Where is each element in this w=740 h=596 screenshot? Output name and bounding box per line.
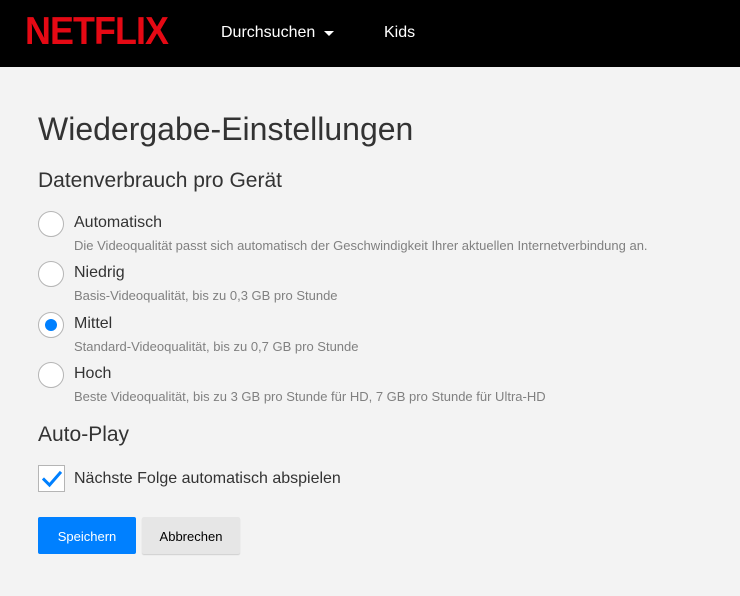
nav-kids-link[interactable]: Kids <box>384 24 415 42</box>
option-label: Automatisch <box>74 214 163 231</box>
nav-browse-menu[interactable]: Durchsuchen <box>221 24 335 42</box>
option-label: Niedrig <box>74 264 125 281</box>
option-description: Standard-Videoqualität, bis zu 0,7 GB pr… <box>74 339 359 354</box>
autoplay-heading: Auto-Play <box>38 423 130 446</box>
cancel-button[interactable]: Abbrechen <box>142 517 240 554</box>
save-button[interactable]: Speichern <box>38 517 136 554</box>
autoplay-next-episode-label: Nächste Folge automatisch abspielen <box>74 470 341 487</box>
data-usage-heading: Datenverbrauch pro Gerät <box>38 169 282 192</box>
top-nav-bar: NETFLIX Durchsuchen Kids <box>0 0 740 67</box>
autoplay-next-episode-checkbox[interactable] <box>38 465 65 492</box>
radio-automatic[interactable] <box>38 211 64 237</box>
option-label: Mittel <box>74 315 113 332</box>
option-description: Basis-Videoqualität, bis zu 0,3 GB pro S… <box>74 288 338 303</box>
option-label: Hoch <box>74 365 112 382</box>
radio-low[interactable] <box>38 261 64 287</box>
radio-high[interactable] <box>38 362 64 388</box>
page-title: Wiedergabe-Einstellungen <box>38 111 414 147</box>
nav-browse-label: Durchsuchen <box>221 24 316 41</box>
checkmark-icon <box>42 470 62 488</box>
option-description: Die Videoqualität passt sich automatisch… <box>74 238 648 253</box>
netflix-logo[interactable]: NETFLIX <box>25 10 169 54</box>
radio-medium[interactable] <box>38 312 64 338</box>
autoplay-next-episode-row[interactable]: Nächste Folge automatisch abspielen <box>38 465 438 493</box>
caret-down-icon <box>324 30 335 36</box>
option-description: Beste Videoqualität, bis zu 3 GB pro Stu… <box>74 389 546 404</box>
